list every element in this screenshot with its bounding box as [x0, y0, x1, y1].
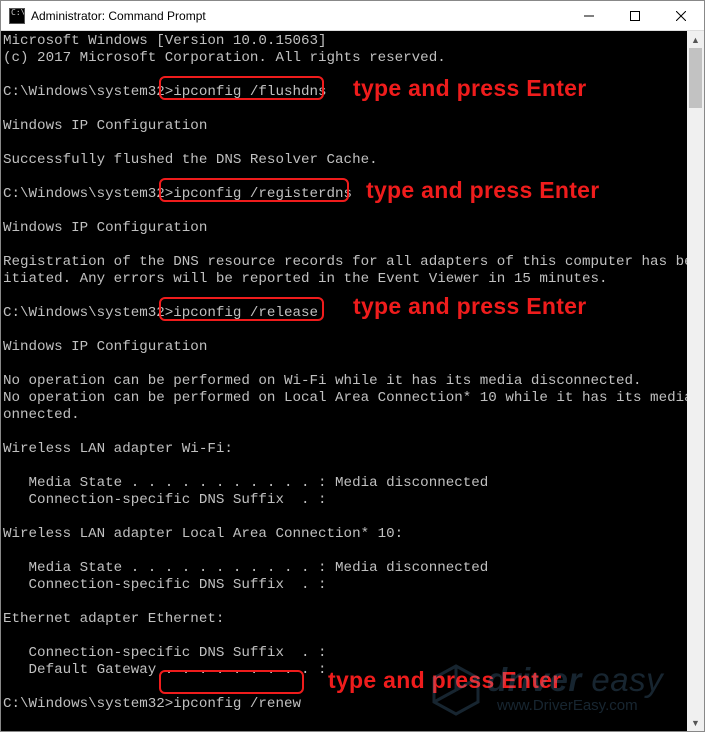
line: Successfully flushed the DNS Resolver Ca… — [3, 152, 378, 168]
vertical-scrollbar[interactable]: ▲ ▼ — [687, 31, 704, 731]
line: Microsoft Windows [Version 10.0.15063] — [3, 33, 327, 49]
prompt: C:\Windows\system32> — [3, 84, 173, 100]
minimize-button[interactable] — [566, 1, 612, 31]
maximize-button[interactable] — [612, 1, 658, 31]
line: Ethernet adapter Ethernet: — [3, 611, 224, 627]
line: Connection-specific DNS Suffix . : — [3, 492, 327, 508]
line: Windows IP Configuration — [3, 118, 207, 134]
prompt: C:\Windows\system32> — [3, 186, 173, 202]
line: Wireless LAN adapter Local Area Connecti… — [3, 526, 403, 542]
command-renew: ipconfig /renew — [173, 696, 301, 712]
command-flushdns: ipconfig /flushdns — [173, 84, 326, 100]
line: Windows IP Configuration — [3, 220, 207, 236]
command-registerdns: ipconfig /registerdns — [173, 186, 352, 202]
close-button[interactable] — [658, 1, 704, 31]
scroll-thumb[interactable] — [689, 48, 702, 108]
line: onnected. — [3, 407, 80, 423]
command-prompt-window: C:\. Administrator: Command Prompt Micro… — [0, 0, 705, 732]
scroll-down-button[interactable]: ▼ — [687, 714, 704, 731]
prompt: C:\Windows\system32> — [3, 305, 173, 321]
window-title: Administrator: Command Prompt — [31, 9, 206, 23]
line: No operation can be performed on Wi-Fi w… — [3, 373, 642, 389]
line: itiated. Any errors will be reported in … — [3, 271, 608, 287]
titlebar[interactable]: C:\. Administrator: Command Prompt — [1, 1, 704, 31]
client-area: Microsoft Windows [Version 10.0.15063] (… — [1, 31, 704, 731]
line: Connection-specific DNS Suffix . : — [3, 645, 327, 661]
prompt: C:\Windows\system32> — [3, 696, 173, 712]
close-icon — [676, 11, 686, 21]
line: Media State . . . . . . . . . . . : Medi… — [3, 475, 488, 491]
line: Wireless LAN adapter Wi-Fi: — [3, 441, 233, 457]
line: No operation can be performed on Local A… — [3, 390, 687, 406]
command-release: ipconfig /release — [173, 305, 318, 321]
line: Windows IP Configuration — [3, 339, 207, 355]
line: Registration of the DNS resource records… — [3, 254, 687, 270]
line: Default Gateway . . . . . . . . . : — [3, 662, 327, 678]
scroll-up-button[interactable]: ▲ — [687, 31, 704, 48]
line: Media State . . . . . . . . . . . : Medi… — [3, 560, 488, 576]
line: Connection-specific DNS Suffix . : — [3, 577, 327, 593]
line: (c) 2017 Microsoft Corporation. All righ… — [3, 50, 446, 66]
terminal-output[interactable]: Microsoft Windows [Version 10.0.15063] (… — [1, 31, 687, 731]
minimize-icon — [584, 11, 594, 21]
cmd-icon: C:\. — [9, 8, 25, 24]
maximize-icon — [630, 11, 640, 21]
line: Windows IP Configuration — [3, 730, 207, 731]
